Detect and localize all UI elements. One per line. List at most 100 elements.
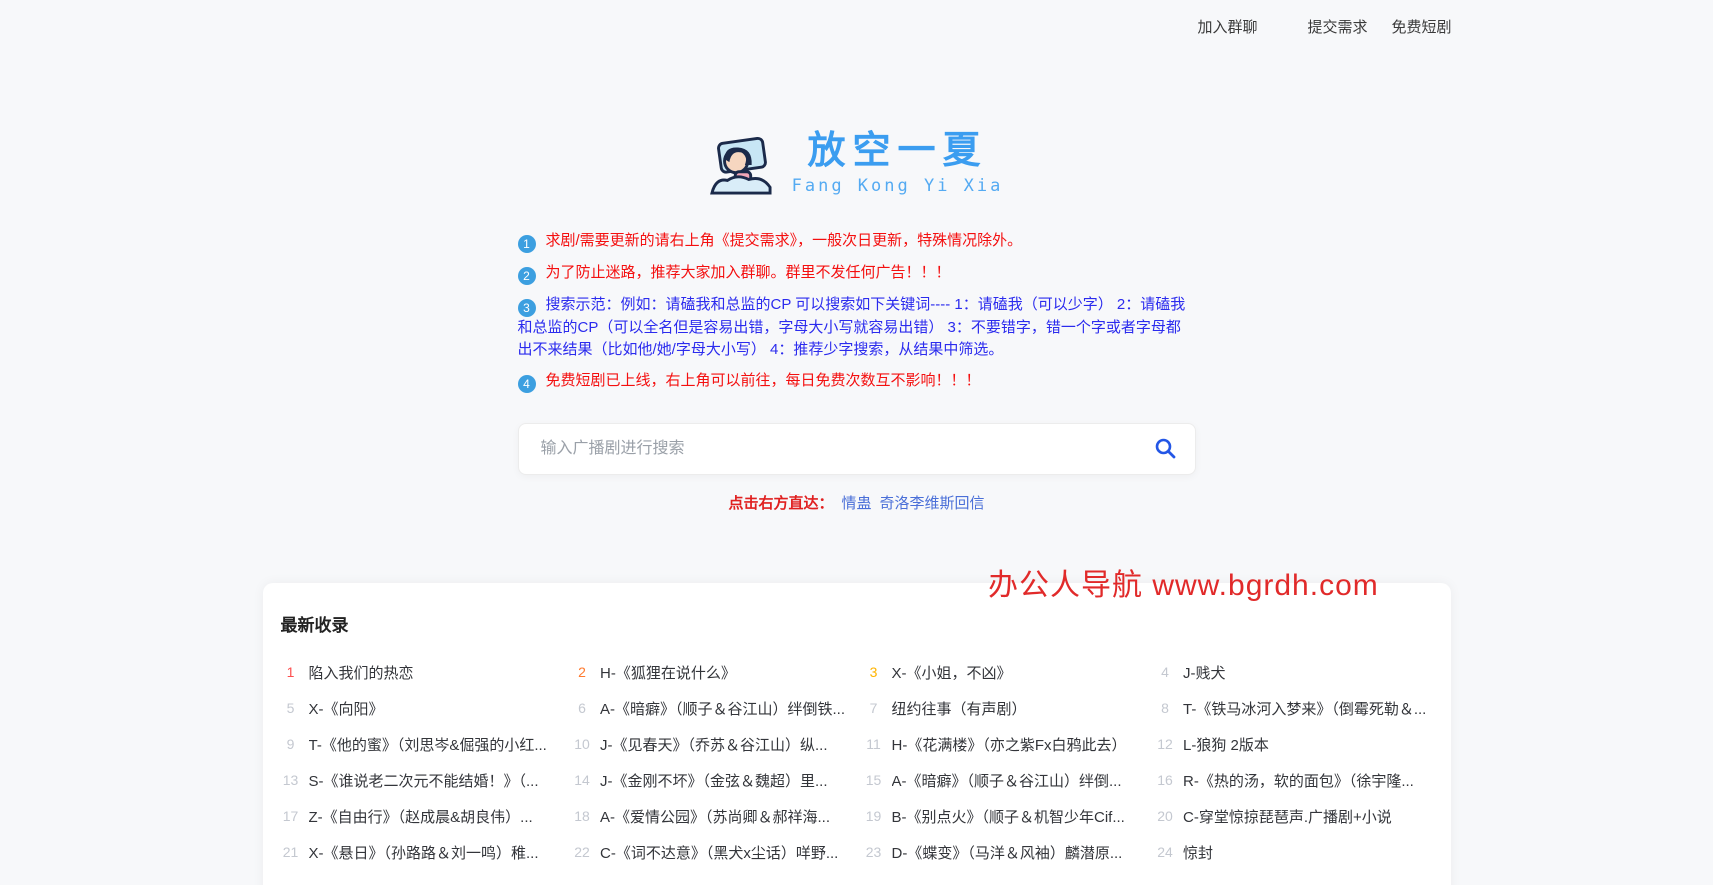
rank-number: 6 [578,700,586,716]
list-item[interactable]: 12 L-狼狗 2版本 [1153,734,1435,755]
rank-number: 12 [1157,736,1173,752]
list-item[interactable]: 13 S-《谁说老二次元不能结婚！》（... [279,770,561,791]
drama-title: 纽约往事（有声剧） [891,700,1027,718]
drama-title: J-《金刚不坏》（金弦＆魏超）里... [600,772,828,790]
rank-number: 20 [1157,808,1173,824]
list-item[interactable]: 22 C-《词不达意》（黑犬x尘话）咩野... [570,842,852,863]
list-item[interactable]: 4 J-贱犬 [1153,662,1435,683]
rank-number: 15 [865,772,882,788]
notice-item: 2 为了防止迷路，推荐大家加入群聊。群里不发任何广告！！！ [517,262,1196,285]
notice-item: 3 搜索示范：例如：请磕我和总监的CP 可以搜索如下关键词---- 1：请磕我（可… [517,294,1196,361]
drama-title: X-《小姐，不凶》 [891,664,1012,682]
search-input[interactable] [517,423,1196,475]
notice-number-badge: 2 [517,267,536,285]
list-item[interactable]: 8 T-《铁马冰河入梦来》（倒霉死勒＆... [1153,698,1435,719]
list-item[interactable]: 14 J-《金刚不坏》（金弦＆魏超）里... [570,770,852,791]
drama-title: L-狼狗 2版本 [1183,736,1269,754]
notice-text: 搜索示范：例如：请磕我和总监的CP 可以搜索如下关键词---- 1：请磕我（可以… [517,296,1186,358]
notice-text: 为了防止迷路，推荐大家加入群聊。群里不发任何广告！！！ [545,264,951,281]
notice-text: 求剧/需要更新的请右上角《提交需求》，一般次日更新，特殊情况除外。 [545,232,1023,249]
search-bar [517,423,1196,475]
drama-title: X-《向阳》 [308,700,384,718]
quick-link[interactable]: 情蛊 [841,495,871,512]
rank-number: 3 [869,664,878,680]
top-nav: 加入群聊 提交需求 免费短剧 [262,0,1451,52]
notice-list: 1 求剧/需要更新的请右上角《提交需求》，一般次日更新，特殊情况除外。 2 为了防止… [517,230,1196,393]
drama-title: C-穿堂惊掠琵琶声.广播剧+小说 [1183,808,1392,826]
drama-title: A-《暗癖》（顺子＆谷江山）绊倒... [891,772,1122,790]
notice-item: 4 免费短剧已上线，右上角可以前往，每日免费次数互不影响！！！ [517,370,1196,393]
latest-grid: 1 陷入我们的热恋 2 H-《狐狸在说什么》 3 X-《小姐，不凶》 4 J-贱… [279,654,1435,870]
drama-title: D-《蝶变》（马洋＆风袖）麟潜原... [891,844,1123,862]
notice-number-badge: 3 [517,299,536,317]
site-logo[interactable]: 放空一夏 Fang Kong Yi Xia [262,132,1452,196]
notice-number-badge: 1 [517,235,536,253]
rank-number: 1 [286,664,295,680]
drama-title: 陷入我们的热恋 [308,664,414,682]
drama-title: J-《见春天》（乔苏＆谷江山）纵... [600,736,828,754]
drama-title: A-《暗癖》（顺子＆谷江山）绊倒铁... [600,700,846,718]
drama-title: X-《悬日》（孙路路＆刘一鸣）稚... [308,844,539,862]
rank-number: 14 [574,772,590,788]
search-button[interactable] [1148,433,1182,465]
drama-title: 惊封 [1183,844,1214,862]
drama-title: B-《别点火》（顺子＆机智少年Cif... [891,808,1125,826]
notice-number-badge: 4 [517,375,536,393]
quick-link[interactable]: 奇洛李维斯回信 [880,495,985,512]
list-item[interactable]: 6 A-《暗癖》（顺子＆谷江山）绊倒铁... [570,698,852,719]
rank-number: 4 [1161,664,1169,680]
rank-number: 9 [286,736,295,752]
list-item[interactable]: 20 C-穿堂惊掠琵琶声.广播剧+小说 [1153,806,1435,827]
list-item[interactable]: 19 B-《别点火》（顺子＆机智少年Cif... [862,806,1144,827]
list-item[interactable]: 11 H-《花满楼》（亦之紫Fx白鸦此去） [862,734,1144,755]
rank-number: 5 [286,700,295,716]
list-item[interactable]: 7 纽约往事（有声剧） [862,698,1144,719]
list-item[interactable]: 2 H-《狐狸在说什么》 [570,662,852,683]
list-item[interactable]: 3 X-《小姐，不凶》 [862,662,1144,683]
list-item[interactable]: 17 Z-《自由行》（赵成晨&胡良伟）... [279,806,561,827]
list-item[interactable]: 1 陷入我们的热恋 [279,662,561,683]
logo-title: 放空一夏 [807,130,988,172]
rank-number: 23 [865,844,882,860]
drama-title: R-《热的汤，软的面包》（徐宇隆... [1183,772,1414,790]
list-item[interactable]: 5 X-《向阳》 [279,698,561,719]
rank-number: 21 [282,844,299,860]
drama-title: H-《花满楼》（亦之紫Fx白鸦此去） [891,736,1127,754]
rank-number: 10 [574,736,590,752]
nav-link[interactable]: 免费短剧 [1391,16,1451,37]
notice-item: 1 求剧/需要更新的请右上角《提交需求》，一般次日更新，特殊情况除外。 [517,230,1196,253]
rank-number: 7 [869,700,878,716]
rank-number: 11 [866,736,881,752]
rank-number: 2 [578,664,586,680]
rank-number: 13 [282,772,299,788]
notice-text: 免费短剧已上线，右上角可以前往，每日免费次数互不影响！！！ [545,372,981,389]
logo-subtitle: Fang Kong Yi Xia [791,176,1004,196]
rank-number: 8 [1161,700,1169,716]
rank-number: 18 [574,808,590,824]
sleeping-person-icon [709,132,772,196]
drama-title: Z-《自由行》（赵成晨&胡良伟）... [308,808,533,826]
rank-number: 16 [1157,772,1173,788]
list-item[interactable]: 9 T-《他的蜜》（刘思岑&倔强的小红... [279,734,561,755]
list-item[interactable]: 18 A-《爱情公园》（苏尚卿＆郝祥海... [570,806,852,827]
drama-title: J-贱犬 [1183,664,1226,682]
nav-link[interactable]: 提交需求 [1307,16,1367,37]
drama-title: T-《铁马冰河入梦来》（倒霉死勒＆... [1183,700,1427,718]
quick-links: 点击右方直达： 情蛊 奇洛李维斯回信 [518,492,1196,513]
list-item[interactable]: 10 J-《见春天》（乔苏＆谷江山）纵... [570,734,852,755]
list-item[interactable]: 21 X-《悬日》（孙路路＆刘一鸣）稚... [279,842,561,863]
rank-number: 22 [574,844,590,860]
list-item[interactable]: 23 D-《蝶变》（马洋＆风袖）麟潜原... [862,842,1144,863]
watermark-text: 办公人导航 www.bgrdh.com [988,569,1379,602]
section-title: 最新收录 [280,616,349,635]
latest-section: 最新收录 1 陷入我们的热恋 2 H-《狐狸在说什么》 3 X-《小姐，不凶》 … [262,583,1451,885]
drama-title: S-《谁说老二次元不能结婚！》（... [308,772,539,790]
search-icon [1153,436,1177,463]
list-item[interactable]: 24 惊封 [1153,842,1435,863]
list-item[interactable]: 16 R-《热的汤，软的面包》（徐宇隆... [1153,770,1435,791]
rank-number: 19 [865,808,882,824]
nav-link[interactable]: 加入群聊 [1197,16,1257,37]
list-item[interactable]: 15 A-《暗癖》（顺子＆谷江山）绊倒... [862,770,1144,791]
rank-number: 24 [1157,844,1173,860]
drama-title: H-《狐狸在说什么》 [600,664,736,682]
